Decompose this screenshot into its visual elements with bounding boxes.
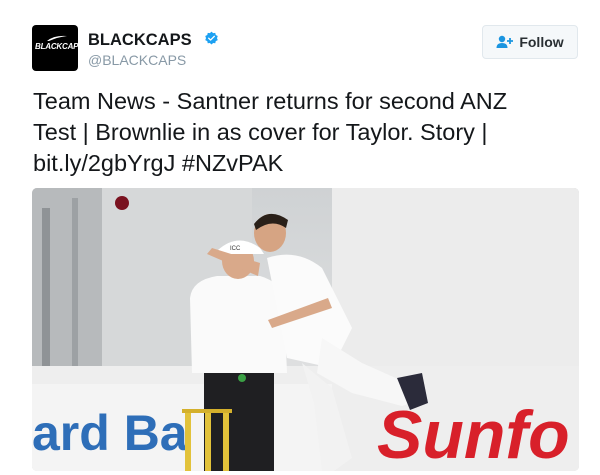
umpire-cap-label: ICC [230, 246, 241, 252]
banner-text-right: Sunfo [377, 397, 570, 471]
stumps [182, 409, 232, 471]
fern-icon [47, 35, 67, 41]
cricket-photo: ard Ba Sunfo ICC [32, 188, 579, 471]
avatar-label: BLACKCAPS [35, 42, 78, 51]
tweet-text-line: Test | Brownlie in as cover for Taylor. … [33, 119, 488, 145]
author-display-name[interactable]: BLACKCAPS [88, 31, 192, 50]
avatar[interactable]: BLACKCAPS [32, 25, 78, 71]
tweet-card: BLACKCAPS BLACKCAPS @BLACKCAPS Follow Te… [0, 0, 600, 475]
author-handle[interactable]: @BLACKCAPS [88, 52, 186, 68]
tweet-text-line[interactable]: bit.ly/2gbYrgJ #NZvPAK [33, 148, 573, 179]
banner-text-left: ard Ba [32, 405, 189, 461]
verified-badge-icon [205, 31, 218, 45]
add-user-icon [496, 35, 514, 48]
cricket-ball [115, 196, 129, 210]
tweet-photo[interactable]: ard Ba Sunfo ICC [32, 188, 579, 471]
follow-button[interactable]: Follow [482, 25, 578, 59]
follow-label: Follow [519, 34, 564, 50]
tweet-text: Team News - Santner returns for second A… [33, 86, 573, 179]
tweet-text-line: Team News - Santner returns for second A… [33, 88, 508, 114]
